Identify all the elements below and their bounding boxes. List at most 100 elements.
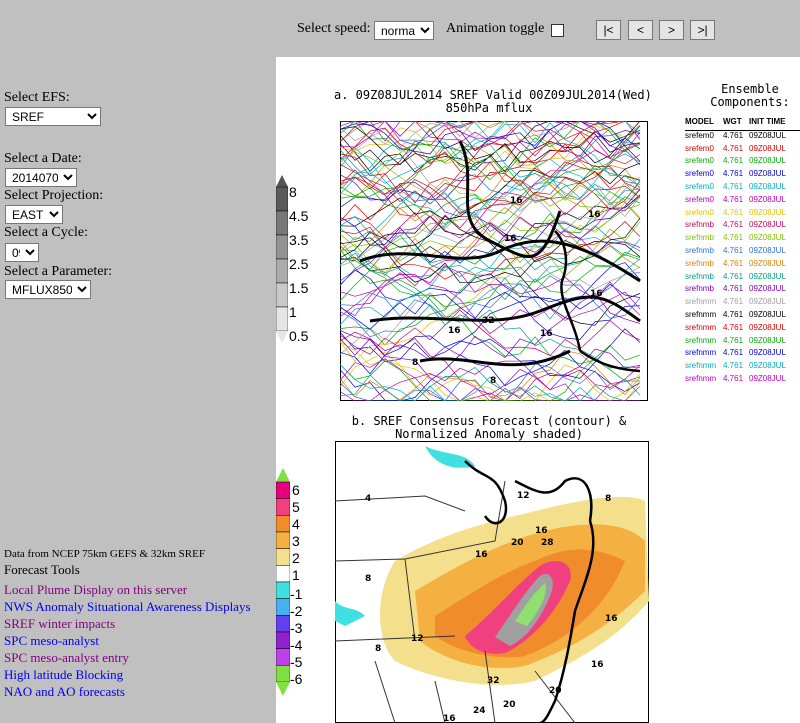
panel-b-map-label: 8 (605, 494, 611, 504)
panel-b-title: b. SREF Consensus Forecast (contour) & (351, 414, 627, 428)
panel-b-colorbar-swatch (276, 615, 291, 633)
link-spc-meso-analyst-entry[interactable]: SPC meso-analyst entry (4, 649, 251, 666)
forecast-tools-links: Local Plume Display on this server NWS A… (4, 581, 251, 700)
ensemble-row: srefem0 4.761 09Z08JUL (685, 195, 800, 208)
ensemble-model: srefnmm (685, 335, 717, 345)
ensemble-wgt: 4.761 (723, 169, 744, 179)
projection-select[interactable]: EAST (5, 205, 63, 224)
ensemble-wgt: 4.761 (723, 373, 744, 383)
panel-b-map-label: 28 (541, 538, 554, 548)
link-nws-anomaly[interactable]: NWS Anomaly Situational Awareness Displa… (4, 598, 251, 615)
panel-a-colorbar-swatch (276, 282, 289, 308)
ensemble-row: srefnmm 4.761 09Z08JUL (685, 310, 800, 323)
panel-b-map-label: 32 (487, 676, 500, 686)
parameter-select[interactable]: MFLUX850 (5, 280, 91, 299)
ensemble-header-wgt: WGT (723, 117, 742, 126)
previous-frame-button[interactable]: < (628, 20, 653, 40)
panel-a-map-label: 8 (412, 358, 418, 368)
panel-a-colorbar-swatch (276, 186, 289, 212)
ensemble-model: srefnmb (685, 271, 714, 281)
ensemble-header-model: MODEL (685, 117, 714, 126)
ensemble-init: 09Z08JUL (749, 207, 786, 217)
ensemble-model: srefnmm (685, 361, 717, 371)
ensemble-model: srefem0 (685, 169, 714, 179)
ensemble-row: srefnmb 4.761 09Z08JUL (685, 259, 800, 272)
efs-label: Select EFS: (4, 90, 70, 105)
panel-b-tick-4: 2 (292, 550, 300, 566)
ensemble-init: 09Z08JUL (749, 258, 786, 268)
ensemble-row: srefnmm 4.761 09Z08JUL (685, 336, 800, 349)
next-frame-button[interactable]: > (659, 20, 684, 40)
ensemble-title: Ensemble Components: (694, 83, 800, 109)
ensemble-wgt: 4.761 (723, 156, 744, 166)
panel-b-map-label: 16 (591, 660, 604, 670)
ensemble-row: srefnmm 4.761 09Z08JUL (685, 361, 800, 374)
ensemble-row: srefnmb 4.761 09Z08JUL (685, 220, 800, 233)
link-local-plume[interactable]: Local Plume Display on this server (4, 581, 251, 598)
panel-b-map-label: 16 (535, 526, 548, 536)
panel-a-map-label: 16 (590, 289, 603, 299)
ensemble-model: srefem0 (685, 207, 714, 217)
panel-a-tick-6: 0.5 (289, 328, 309, 344)
panel-b-tick-6: -1 (290, 586, 303, 602)
panel-b-map-label: 20 (503, 700, 516, 710)
panel-a-map-label: 32 (482, 316, 495, 326)
last-frame-button[interactable]: >| (690, 20, 715, 40)
panel-b-colorbar-swatch (276, 548, 291, 566)
link-sref-winter-impacts[interactable]: SREF winter impacts (4, 615, 251, 632)
ensemble-row: srefnmb 4.761 09Z08JUL (685, 284, 800, 297)
speed-select[interactable]: normal (374, 21, 434, 40)
panel-a-colorbar-swatch (276, 234, 289, 260)
link-high-latitude-blocking[interactable]: High latitude Blocking (4, 666, 251, 683)
ensemble-init: 09Z08JUL (749, 322, 786, 332)
panel-b-map-label: 16 (605, 614, 618, 624)
ensemble-row: srefnmm 4.761 09Z08JUL (685, 374, 800, 387)
panel-b-anomaly-map: 12 16 16 28 20 16 12 32 20 24 20 16 16 8… (335, 441, 649, 723)
ensemble-wgt: 4.761 (723, 322, 744, 332)
ensemble-wgt: 4.761 (723, 297, 744, 307)
link-nao-ao-forecasts[interactable]: NAO and AO forecasts (4, 683, 251, 700)
ensemble-init: 09Z08JUL (749, 309, 786, 319)
panel-b-tick-8: -3 (290, 620, 303, 636)
ensemble-init: 09Z08JUL (749, 194, 786, 204)
ensemble-row: srefem0 4.761 09Z08JUL (685, 131, 800, 144)
animation-toggle-checkbox[interactable] (551, 24, 564, 37)
ensemble-model: srefem0 (685, 156, 714, 166)
ensemble-row: srefnmb 4.761 09Z08JUL (685, 272, 800, 285)
panel-b-map-label: 20 (549, 686, 562, 696)
ensemble-row: srefnmb 4.761 09Z08JUL (685, 233, 800, 246)
ensemble-row: srefnmm 4.761 09Z08JUL (685, 323, 800, 336)
projection-label: Select Projection: (4, 188, 104, 203)
panel-a-subtitle: 850hPa mflux (445, 101, 533, 115)
ensemble-wgt: 4.761 (723, 361, 744, 371)
link-spc-meso-analyst[interactable]: SPC meso-analyst (4, 632, 251, 649)
panel-b-colorbar-swatch (276, 498, 291, 516)
ensemble-init: 09Z08JUL (749, 156, 786, 166)
ensemble-row: srefnmm 4.761 09Z08JUL (685, 348, 800, 361)
panel-a-map-label: 8 (490, 376, 496, 386)
data-source-note: Data from NCEP 75km GEFS & 32km SREF (4, 548, 205, 560)
date-select[interactable]: 20140708 (5, 168, 77, 187)
ensemble-init: 09Z08JUL (749, 284, 786, 294)
panel-b-colorbar-swatch (276, 631, 291, 649)
panel-b-colorbar-swatches (276, 468, 291, 696)
first-frame-button[interactable]: |< (596, 20, 621, 40)
panel-b-map-label: 4 (365, 494, 371, 504)
panel-b-tick-9: -4 (290, 637, 303, 653)
ensemble-title-line2: Components: (710, 95, 790, 109)
panel-b-tick-3: 3 (292, 533, 300, 549)
ensemble-init: 09Z08JUL (749, 348, 786, 358)
ensemble-wgt: 4.761 (723, 309, 744, 319)
ensemble-wgt: 4.761 (723, 271, 744, 281)
panel-a-tick-5: 1 (289, 304, 297, 320)
ensemble-table: MODEL WGT INIT TIME srefem0 4.761 09Z08JUL… (685, 117, 800, 387)
ensemble-header-init: INIT TIME (749, 117, 786, 126)
efs-select[interactable]: SREF (5, 107, 101, 126)
ensemble-init: 09Z08JUL (749, 271, 786, 281)
cycle-select[interactable]: 09 (5, 243, 39, 262)
panel-b-colorbar-swatch (276, 481, 291, 499)
panel-b-map-label: 12 (517, 491, 530, 501)
panel-b-map-label: 24 (473, 706, 486, 716)
panel-a-tick-1: 4.5 (289, 208, 309, 224)
panel-b-tick-1: 5 (292, 499, 300, 515)
